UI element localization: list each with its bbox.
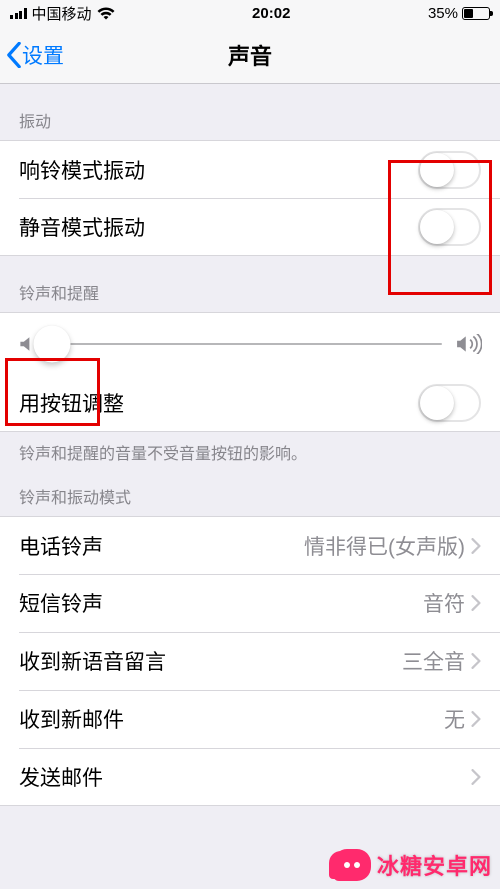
- nav-bar: 设置 声音: [0, 26, 500, 84]
- page-title: 声音: [228, 39, 272, 71]
- speaker-high-icon: [456, 334, 482, 354]
- toggle-vibrate-silent[interactable]: [418, 208, 481, 246]
- back-button[interactable]: 设置: [6, 40, 64, 70]
- status-time: 20:02: [252, 5, 290, 22]
- chevron-right-icon: [471, 711, 481, 727]
- row-sent-mail[interactable]: 发送邮件: [0, 748, 500, 806]
- watermark-icon: [333, 849, 371, 881]
- chevron-right-icon: [471, 538, 481, 554]
- row-value: 无: [444, 704, 465, 734]
- wifi-icon: [97, 7, 115, 20]
- chevron-right-icon: [471, 653, 481, 669]
- row-new-mail[interactable]: 收到新邮件 无: [0, 690, 500, 748]
- row-label: 响铃模式振动: [19, 155, 145, 185]
- row-volume-slider: [0, 312, 500, 374]
- row-label: 短信铃声: [19, 588, 103, 618]
- signal-icon: [10, 7, 27, 19]
- row-ringtone[interactable]: 电话铃声 情非得已(女声版): [0, 516, 500, 574]
- battery-percent: 35%: [428, 5, 458, 22]
- toggle-change-with-buttons[interactable]: [418, 384, 481, 422]
- chevron-right-icon: [471, 769, 481, 785]
- row-text-tone[interactable]: 短信铃声 音符: [0, 574, 500, 632]
- watermark-text: 冰糖安卓网: [377, 849, 492, 881]
- row-change-with-buttons[interactable]: 用按钮调整: [0, 374, 500, 432]
- row-label: 收到新邮件: [19, 704, 124, 734]
- battery-icon: [462, 7, 490, 20]
- section-header-ringer: 铃声和提醒: [0, 256, 500, 312]
- watermark: 冰糖安卓网: [333, 849, 492, 881]
- row-label: 发送邮件: [19, 762, 103, 792]
- row-value: 音符: [423, 588, 465, 618]
- chevron-left-icon: [6, 42, 22, 68]
- row-label: 电话铃声: [19, 531, 103, 561]
- toggle-vibrate-ring[interactable]: [418, 151, 481, 189]
- row-new-voicemail[interactable]: 收到新语音留言 三全音: [0, 632, 500, 690]
- carrier-label: 中国移动: [32, 3, 92, 24]
- row-vibrate-on-ring[interactable]: 响铃模式振动: [0, 140, 500, 198]
- row-value: 情非得已(女声版): [304, 531, 465, 561]
- row-value: 三全音: [402, 646, 465, 676]
- speaker-low-icon: [18, 335, 34, 353]
- row-label: 收到新语音留言: [19, 646, 166, 676]
- chevron-right-icon: [471, 595, 481, 611]
- row-label: 用按钮调整: [19, 388, 124, 418]
- row-label: 静音模式振动: [19, 212, 145, 242]
- slider-thumb[interactable]: [34, 325, 71, 362]
- volume-slider[interactable]: [48, 343, 442, 345]
- row-vibrate-on-silent[interactable]: 静音模式振动: [0, 198, 500, 256]
- section-header-patterns: 铃声和振动模式: [0, 470, 500, 516]
- back-label: 设置: [22, 40, 64, 70]
- status-bar: 中国移动 20:02 35%: [0, 0, 500, 26]
- section-footer-ringer: 铃声和提醒的音量不受音量按钮的影响。: [0, 432, 500, 470]
- section-header-vibration: 振动: [0, 84, 500, 140]
